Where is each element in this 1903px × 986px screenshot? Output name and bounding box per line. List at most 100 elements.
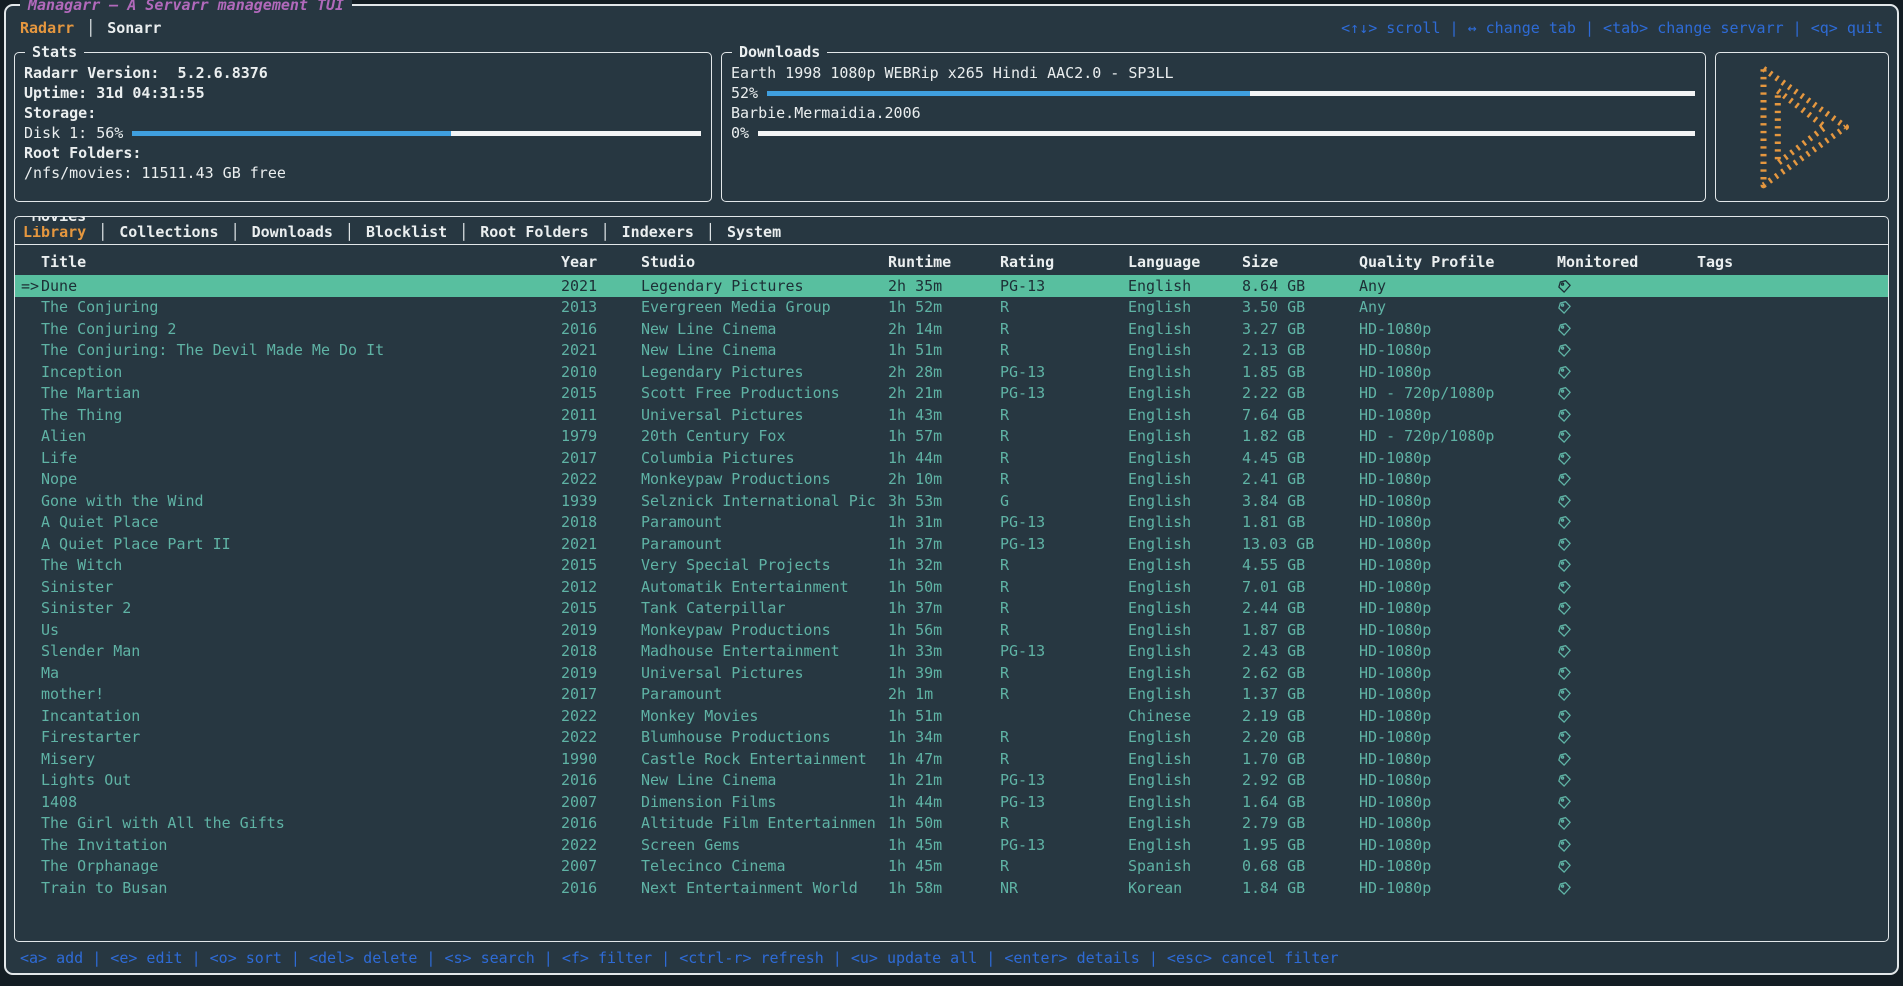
cell-quality-profile: HD-1080p: [1359, 771, 1557, 789]
cell-size: 3.50 GB: [1242, 298, 1359, 316]
table-row[interactable]: The Orphanage2007Telecinco Cinema1h 45mR…: [15, 856, 1888, 878]
cell-monitored: [1557, 837, 1697, 853]
cell-title: mother!: [41, 685, 561, 703]
cell-runtime: 1h 34m: [888, 728, 1000, 746]
table-row[interactable]: A Quiet Place2018Paramount1h 31mPG-13Eng…: [15, 512, 1888, 534]
tab-collections[interactable]: Collections: [109, 223, 228, 241]
tab-blocklist[interactable]: Blocklist: [356, 223, 457, 241]
cell-studio: Automatik Entertainment: [641, 578, 888, 596]
cell-quality-profile: HD-1080p: [1359, 814, 1557, 832]
cell-monitored: [1557, 643, 1697, 659]
tab-sonarr[interactable]: Sonarr: [97, 19, 171, 37]
table-row[interactable]: Misery1990Castle Rock Entertainment1h 47…: [15, 748, 1888, 770]
cell-monitored: [1557, 299, 1697, 315]
table-row[interactable]: The Invitation2022Screen Gems1h 45mPG-13…: [15, 834, 1888, 856]
cell-size: 2.43 GB: [1242, 642, 1359, 660]
table-row[interactable]: Us2019Monkeypaw Productions1h 56mREnglis…: [15, 619, 1888, 641]
tab-downloads[interactable]: Downloads: [242, 223, 343, 241]
table-row[interactable]: Ma2019Universal Pictures1h 39mREnglish2.…: [15, 662, 1888, 684]
table-row[interactable]: Incantation2022Monkey Movies1h 51mChines…: [15, 705, 1888, 727]
cell-studio: Castle Rock Entertainment: [641, 750, 888, 768]
tag-icon: [1557, 687, 1572, 702]
movies-table-header: TitleYearStudioRuntimeRatingLanguageSize…: [15, 249, 1888, 275]
tag-icon: [1557, 515, 1572, 530]
table-row[interactable]: The Girl with All the Gifts2016Altitude …: [15, 813, 1888, 835]
table-row[interactable]: Train to Busan2016Next Entertainment Wor…: [15, 877, 1888, 899]
table-row[interactable]: Life2017Columbia Pictures1h 44mREnglish4…: [15, 447, 1888, 469]
movies-panel-title: Movies: [25, 216, 93, 226]
cell-monitored: [1557, 751, 1697, 767]
cell-quality-profile: HD-1080p: [1359, 750, 1557, 768]
cell-size: 1.87 GB: [1242, 621, 1359, 639]
table-row[interactable]: Slender Man2018Madhouse Entertainment1h …: [15, 641, 1888, 663]
table-row[interactable]: Sinister2012Automatik Entertainment1h 50…: [15, 576, 1888, 598]
cell-monitored: [1557, 880, 1697, 896]
table-row[interactable]: The Conjuring 22016New Line Cinema2h 14m…: [15, 318, 1888, 340]
table-row[interactable]: The Witch2015Very Special Projects1h 32m…: [15, 555, 1888, 577]
table-row[interactable]: The Thing2011Universal Pictures1h 43mREn…: [15, 404, 1888, 426]
table-row[interactable]: Nope2022Monkeypaw Productions2h 10mREngl…: [15, 469, 1888, 491]
cell-size: 13.03 GB: [1242, 535, 1359, 553]
cell-year: 2017: [561, 449, 641, 467]
cell-rating: PG-13: [1000, 535, 1128, 553]
cell-monitored: [1557, 708, 1697, 724]
cell-quality-profile: HD-1080p: [1359, 728, 1557, 746]
cell-size: 1.81 GB: [1242, 513, 1359, 531]
cell-quality-profile: HD-1080p: [1359, 621, 1557, 639]
table-row[interactable]: mother!2017Paramount2h 1mREnglish1.37 GB…: [15, 684, 1888, 706]
table-row[interactable]: A Quiet Place Part II2021Paramount1h 37m…: [15, 533, 1888, 555]
cell-size: 1.37 GB: [1242, 685, 1359, 703]
tab-separator: │: [704, 223, 717, 241]
table-row[interactable]: The Conjuring2013Evergreen Media Group1h…: [15, 297, 1888, 319]
table-row[interactable]: Lights Out2016New Line Cinema1h 21mPG-13…: [15, 770, 1888, 792]
table-row[interactable]: Firestarter2022Blumhouse Productions1h 3…: [15, 727, 1888, 749]
cell-monitored: [1557, 514, 1697, 530]
tag-icon: [1557, 429, 1572, 444]
cell-language: English: [1128, 771, 1242, 789]
cell-monitored: [1557, 364, 1697, 380]
cell-language: English: [1128, 728, 1242, 746]
cell-year: 2019: [561, 664, 641, 682]
cell-language: English: [1128, 427, 1242, 445]
table-row[interactable]: Alien197920th Century Fox1h 57mREnglish1…: [15, 426, 1888, 448]
cell-quality-profile: HD-1080p: [1359, 492, 1557, 510]
cell-rating: R: [1000, 427, 1128, 445]
cell-studio: Selznick International Pic: [641, 492, 888, 510]
cell-language: English: [1128, 341, 1242, 359]
cell-year: 2016: [561, 771, 641, 789]
cell-monitored: [1557, 450, 1697, 466]
cell-studio: Legendary Pictures: [641, 363, 888, 381]
cell-quality-profile: HD-1080p: [1359, 707, 1557, 725]
table-row[interactable]: =>Dune2021Legendary Pictures2h 35mPG-13E…: [15, 275, 1888, 297]
cell-monitored: [1557, 407, 1697, 423]
cell-runtime: 1h 37m: [888, 599, 1000, 617]
table-row[interactable]: The Martian2015Scott Free Productions2h …: [15, 383, 1888, 405]
cell-monitored: [1557, 815, 1697, 831]
cell-size: 7.01 GB: [1242, 578, 1359, 596]
table-row[interactable]: Sinister 22015Tank Caterpillar1h 37mREng…: [15, 598, 1888, 620]
table-row[interactable]: The Conjuring: The Devil Made Me Do It20…: [15, 340, 1888, 362]
managarr-logo-icon: [1741, 61, 1863, 193]
tab-system[interactable]: System: [717, 223, 791, 241]
tag-icon: [1557, 279, 1572, 294]
cell-size: 7.64 GB: [1242, 406, 1359, 424]
table-row[interactable]: 14082007Dimension Films1h 44mPG-13Englis…: [15, 791, 1888, 813]
cell-size: 3.27 GB: [1242, 320, 1359, 338]
cell-studio: Paramount: [641, 535, 888, 553]
cell-size: 2.92 GB: [1242, 771, 1359, 789]
cell-quality-profile: HD-1080p: [1359, 363, 1557, 381]
cell-runtime: 1h 44m: [888, 449, 1000, 467]
tab-root-folders[interactable]: Root Folders: [470, 223, 598, 241]
cell-quality-profile: HD-1080p: [1359, 793, 1557, 811]
table-row[interactable]: Gone with the Wind1939Selznick Internati…: [15, 490, 1888, 512]
cell-language: English: [1128, 685, 1242, 703]
column-header-rating: Rating: [1000, 253, 1128, 271]
cell-language: English: [1128, 836, 1242, 854]
tab-radarr[interactable]: Radarr: [20, 19, 84, 37]
cell-rating: PG-13: [1000, 793, 1128, 811]
cell-language: English: [1128, 814, 1242, 832]
table-row[interactable]: Inception2010Legendary Pictures2h 28mPG-…: [15, 361, 1888, 383]
cell-year: 2021: [561, 535, 641, 553]
cell-quality-profile: HD-1080p: [1359, 406, 1557, 424]
tab-indexers[interactable]: Indexers: [612, 223, 704, 241]
